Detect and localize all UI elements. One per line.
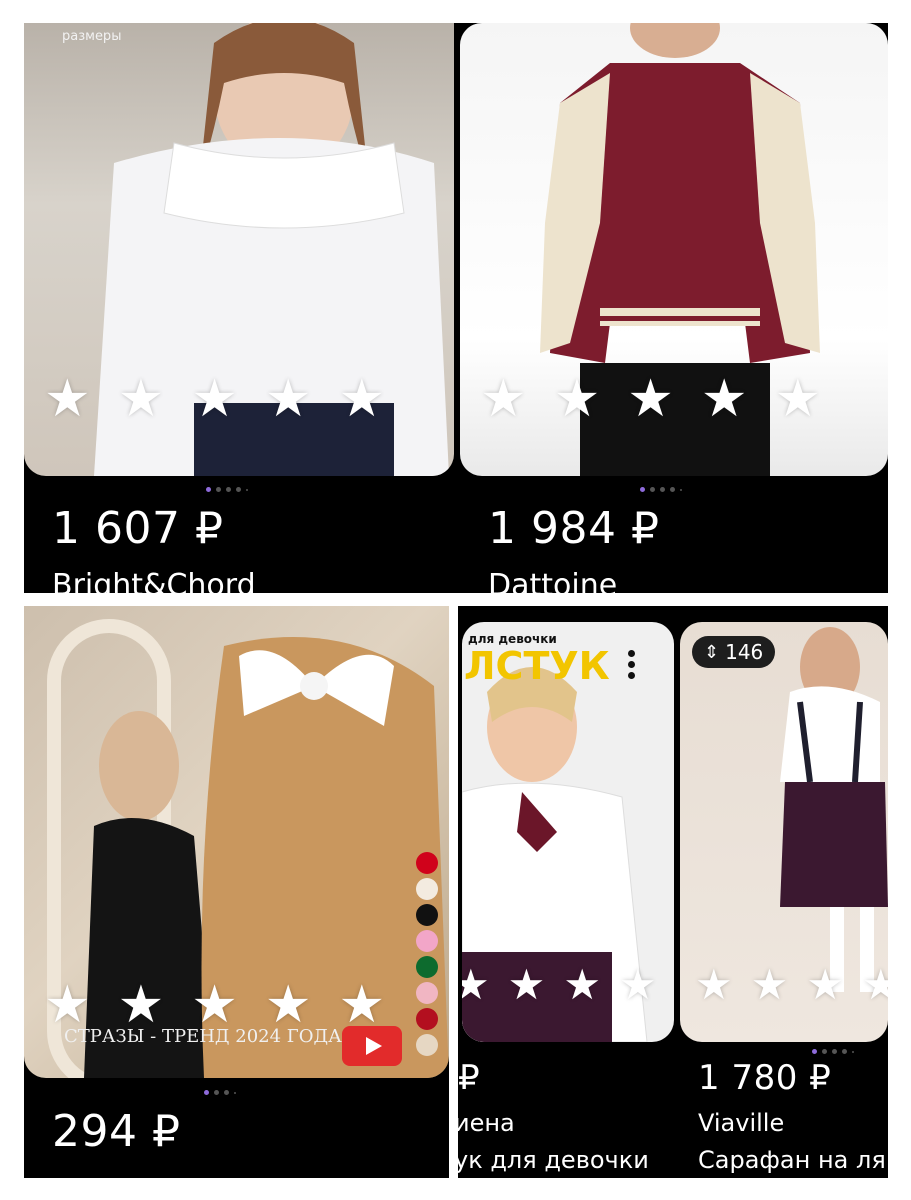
- brand: Dattoine: [488, 568, 618, 593]
- star-icon: ★: [338, 975, 386, 1035]
- color-swatch[interactable]: [416, 956, 438, 978]
- color-swatch[interactable]: [416, 878, 438, 900]
- product-photo[interactable]: размеры ★ ★ ★ ★ ★: [24, 23, 454, 476]
- dot: [204, 1090, 209, 1095]
- star-icon: ★: [191, 975, 238, 1035]
- dot: [650, 487, 655, 492]
- star-icon: ★: [695, 960, 733, 1009]
- product-photo[interactable]: ⇕ 146 ★ ★ ★ ★: [680, 622, 888, 1042]
- star-icon: ★: [750, 960, 789, 1009]
- dot: [660, 487, 665, 492]
- brand: иена: [458, 1109, 515, 1137]
- dot: [670, 487, 675, 492]
- carousel-dots: [812, 1049, 854, 1054]
- brand: Bright&Chord: [52, 568, 256, 593]
- size-badge: ⇕ 146: [692, 636, 776, 668]
- dot: [640, 487, 645, 492]
- star-icon: ★: [700, 369, 748, 429]
- star-icon: ★: [480, 369, 527, 429]
- color-swatch[interactable]: [416, 904, 438, 926]
- star-icon: ★: [462, 960, 490, 1009]
- price: 1 607 ₽: [52, 503, 224, 554]
- dot: [206, 487, 211, 492]
- rating-stars: ★ ★ ★ ★ ★: [44, 373, 385, 425]
- promo-banner: СТРАЗЫ - ТРЕНД 2024 ГОДА: [64, 1026, 342, 1047]
- dot: [812, 1049, 817, 1054]
- star-icon: ★: [618, 960, 657, 1009]
- star-icon: ★: [507, 960, 546, 1009]
- rating-stars: ★ ★ ★ ★: [695, 964, 888, 1006]
- brand: Viaville: [698, 1109, 785, 1137]
- description: ук для девочки: [458, 1146, 649, 1174]
- star-icon: ★: [553, 369, 601, 429]
- star-icon: ★: [191, 369, 238, 429]
- dot: [852, 1050, 854, 1053]
- kebab-menu-icon[interactable]: [628, 650, 635, 679]
- color-swatch[interactable]: [416, 1034, 438, 1056]
- rating-stars: ★ ★ ★ ★ ★: [480, 373, 821, 425]
- dot: [234, 1091, 236, 1094]
- star-icon: ★: [806, 960, 844, 1009]
- dot: [214, 1090, 219, 1095]
- badge-count: 146: [725, 640, 764, 664]
- star-icon: ★: [264, 975, 312, 1035]
- product-photo[interactable]: ★ ★ ★ ★ ★: [460, 23, 888, 476]
- price: 294 ₽: [52, 1106, 181, 1157]
- size-label: размеры: [62, 29, 122, 44]
- star-icon: ★: [338, 369, 386, 429]
- dot: [246, 488, 248, 491]
- color-swatch[interactable]: [416, 852, 438, 874]
- star-icon: ★: [44, 369, 91, 429]
- carousel-dots: [206, 487, 248, 492]
- product-card-dattoine[interactable]: ★ ★ ★ ★ ★ 1 984 ₽ Dattoine: [458, 23, 888, 593]
- color-swatch[interactable]: [416, 982, 438, 1004]
- star-icon: ★: [774, 369, 822, 429]
- product-card-hair-bow[interactable]: ★ ★ ★ ★ ★ СТРАЗЫ - ТРЕНД 2024 ГОДА 294 ₽: [24, 606, 449, 1178]
- star-icon: ★: [44, 975, 91, 1035]
- description: Сарафан на ля: [698, 1146, 886, 1174]
- rating-stars: ★ ★ ★ ★: [462, 964, 657, 1006]
- star-icon: ★: [627, 369, 674, 429]
- dot: [832, 1049, 837, 1054]
- carousel-dots: [640, 487, 682, 492]
- dot: [680, 488, 682, 491]
- dot: [236, 487, 241, 492]
- dot: [822, 1049, 827, 1054]
- ruler-icon: ⇕: [704, 641, 720, 663]
- rating-stars: ★ ★ ★ ★ ★: [44, 979, 385, 1031]
- dot: [226, 487, 231, 492]
- dot: [224, 1090, 229, 1095]
- product-row-partial: для девочки ЛСТУК ★ ★ ★ ★ ⇕ 146 ★ ★ ★ ★ …: [458, 606, 888, 1178]
- color-swatch[interactable]: [416, 930, 438, 952]
- product-card-bright-chord[interactable]: размеры ★ ★ ★ ★ ★ 1 607 ₽ Bright&Chord: [24, 23, 458, 593]
- color-swatch[interactable]: [416, 1008, 438, 1030]
- price: 1 984 ₽: [488, 503, 660, 554]
- star-icon: ★: [563, 960, 601, 1009]
- header-big: ЛСТУК: [464, 644, 610, 688]
- dot: [216, 487, 221, 492]
- star-icon: ★: [861, 960, 888, 1009]
- carousel-dots: [204, 1090, 236, 1095]
- price: ₽: [458, 1058, 481, 1098]
- dot: [842, 1049, 847, 1054]
- star-icon: ★: [117, 975, 165, 1035]
- star-icon: ★: [117, 369, 165, 429]
- play-icon[interactable]: [342, 1026, 402, 1066]
- star-icon: ★: [264, 369, 312, 429]
- color-swatches[interactable]: [416, 852, 438, 1056]
- price: 1 780 ₽: [698, 1058, 832, 1098]
- product-photo[interactable]: для девочки ЛСТУК ★ ★ ★ ★: [462, 622, 674, 1042]
- product-photo[interactable]: ★ ★ ★ ★ ★ СТРАЗЫ - ТРЕНД 2024 ГОДА: [24, 606, 449, 1078]
